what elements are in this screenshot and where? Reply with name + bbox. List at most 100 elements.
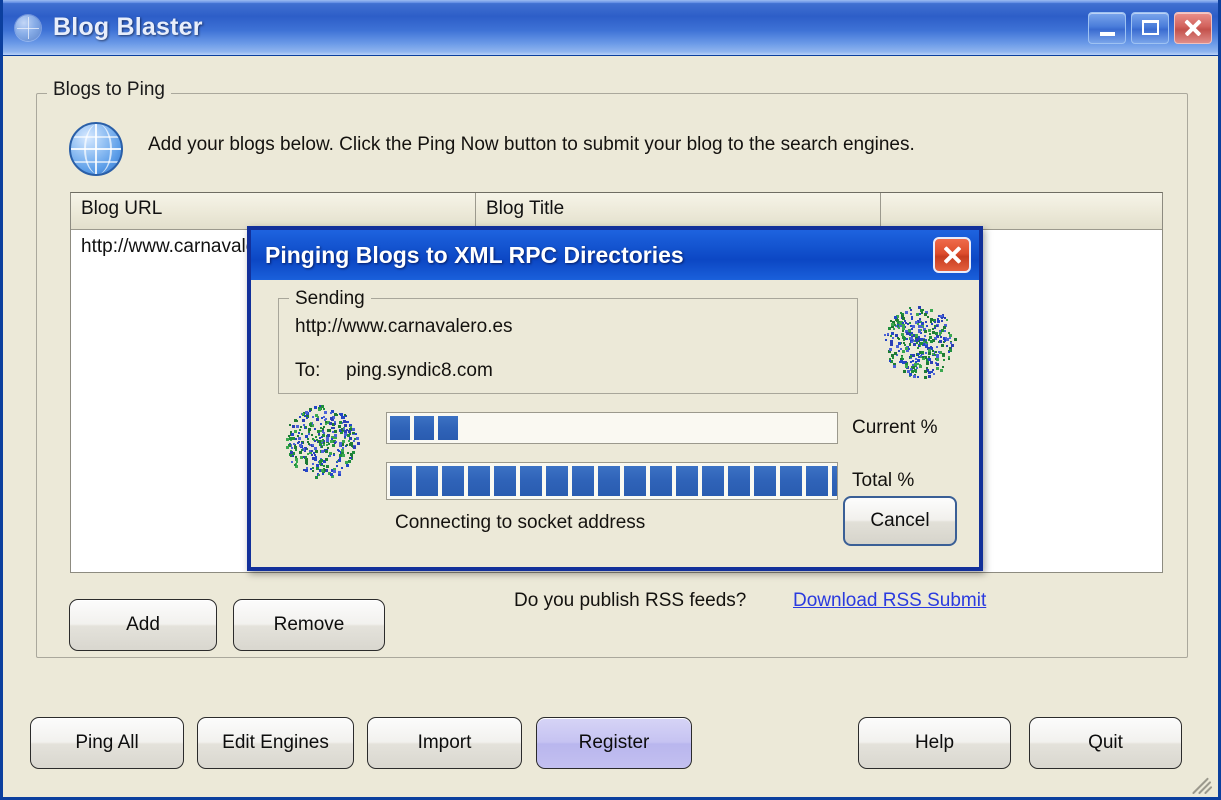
speckle-dot [886,334,889,337]
column-header-blog-title[interactable]: Blog Title [476,193,881,229]
speckle-dot [908,321,911,324]
speckle-dot [332,453,335,456]
speckle-dot [925,367,928,370]
speckle-dot [912,354,916,358]
speckle-dot [295,461,298,464]
maximize-button[interactable] [1131,11,1169,44]
speckle-dot [910,332,913,335]
resize-grip[interactable] [1192,772,1214,795]
speckle-dot [311,450,314,453]
minimize-button[interactable] [1088,11,1126,44]
speckle-dot [333,441,336,444]
speckle-dot [296,441,299,444]
ping-all-button[interactable]: Ping All [30,717,184,769]
globe-equator [71,148,121,150]
speckle-dot [902,361,906,365]
speckle-dot [329,411,332,414]
progress-segment [754,466,776,496]
speckle-dot [908,329,912,333]
speckle-dot [898,350,900,353]
speckle-dot [887,326,891,330]
speckle-dot [295,425,299,429]
speckle-dot [891,331,895,335]
speckle-dot [285,437,289,441]
speckle-dot [348,460,352,464]
speckle-dot [305,460,309,464]
speckle-dot [346,421,349,424]
register-button[interactable]: Register [536,717,692,769]
speckle-dot [302,455,305,458]
speckle-dot [936,362,939,366]
speckle-dot [329,455,331,458]
speckle-dot [323,419,326,422]
speckle-dot [909,324,912,327]
speckle-dot [291,461,294,463]
cancel-button[interactable]: Cancel [843,496,957,546]
import-button[interactable]: Import [367,717,522,769]
speckle-dot [927,374,931,378]
column-header-blog-url[interactable]: Blog URL [71,193,476,229]
speckle-cluster-icon [876,298,962,384]
speckle-dot [905,365,908,369]
pinging-dialog: Pinging Blogs to XML RPC Directories Sen… [247,226,983,571]
add-button[interactable]: Add [69,599,217,651]
total-progress-row: Total % [386,462,914,500]
speckle-dot [896,324,899,327]
speckle-dot [945,318,948,321]
progress-segment [520,466,542,496]
speckle-dot [936,354,940,358]
speckle-dot [932,369,935,372]
speckle-dot [299,415,302,418]
speckle-dot [906,323,909,326]
panel-globe-icon [69,122,123,176]
speckle-cluster-icon-2 [278,398,364,484]
speckle-dot [350,445,353,448]
speckle-dot [329,439,333,443]
speckle-dot [933,320,936,323]
speckle-dot [315,476,319,480]
dialog-status-text: Connecting to socket address [395,512,646,533]
speckle-dot [895,345,899,349]
speckle-dot [943,339,946,342]
speckle-dot [892,328,895,331]
speckle-dot [891,322,895,326]
speckle-dot [307,443,310,446]
speckle-dot [936,366,940,370]
speckle-dot [938,350,941,353]
speckle-dot [320,449,324,453]
speckle-dot [313,405,317,409]
speckle-dot [332,444,336,448]
speckle-dot [323,441,326,444]
speckle-dot [903,341,905,344]
help-button[interactable]: Help [858,717,1011,769]
speckle-dot [941,329,945,333]
speckle-dot [326,443,329,446]
speckle-dot [302,419,306,422]
dialog-close-button[interactable] [933,237,971,273]
speckle-dot [930,340,933,344]
speckle-dot [294,464,297,467]
column-header-extra[interactable] [881,193,1162,229]
speckle-dot [931,322,934,325]
speckle-dot [294,448,297,451]
speckle-dot [312,456,315,460]
close-button[interactable] [1174,11,1212,44]
speckle-dot [940,343,944,347]
speckle-dot [919,312,921,315]
speckle-dot [322,407,325,410]
speckle-dot [945,338,949,342]
speckle-dot [892,364,896,368]
edit-engines-button[interactable]: Edit Engines [197,717,354,769]
quit-button[interactable]: Quit [1029,717,1182,769]
sending-legend: Sending [289,288,371,310]
speckle-dot [305,417,308,420]
progress-segment [390,416,410,440]
speckle-dot [939,336,942,339]
speckle-dot [902,335,906,339]
speckle-dot [915,334,919,338]
progress-segment [624,466,646,496]
download-rss-submit-link[interactable]: Download RSS Submit [793,590,986,612]
remove-button[interactable]: Remove [233,599,385,651]
speckle-dot [336,413,339,416]
speckle-dot [888,357,891,360]
